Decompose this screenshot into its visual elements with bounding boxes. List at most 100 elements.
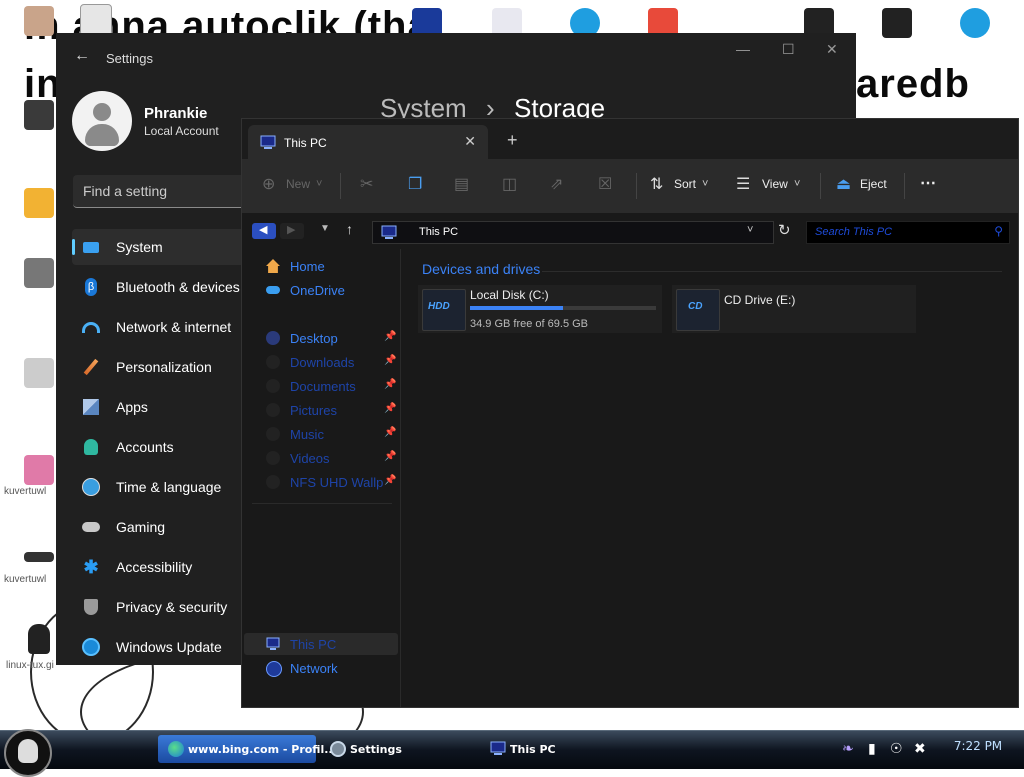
chevron-down-icon: ˅ bbox=[702, 178, 709, 190]
settings-window-title: Settings bbox=[106, 51, 153, 66]
brush-icon bbox=[82, 358, 100, 376]
content-pane: Devices and drives HDD Local Disk (C:) 3… bbox=[402, 249, 1018, 707]
sidebar-item-label: Network & internet bbox=[116, 319, 232, 335]
minimize-icon[interactable]: — bbox=[736, 41, 750, 57]
nav-item-videos[interactable]: Videos 📌 bbox=[244, 447, 398, 469]
group-header[interactable]: Devices and drives bbox=[422, 261, 540, 277]
taskbar-item-settings[interactable]: Settings bbox=[320, 735, 476, 763]
new-tab-icon[interactable]: + bbox=[507, 130, 518, 151]
nav-item-nfs-wallpapers[interactable]: NFS UHD Wallp 📌 bbox=[244, 471, 398, 493]
up-arrow-icon[interactable]: ↑ bbox=[346, 221, 353, 237]
start-button[interactable] bbox=[4, 729, 52, 777]
desktop-icon-10[interactable] bbox=[24, 258, 54, 288]
desktop-icon-2[interactable] bbox=[80, 4, 112, 36]
pin-icon[interactable]: 📌 bbox=[384, 355, 396, 366]
sidebar-item-label: System bbox=[116, 239, 163, 255]
nav-item-desktop[interactable]: Desktop 📌 bbox=[244, 327, 398, 349]
address-bar[interactable]: This PC ˅ bbox=[372, 221, 774, 244]
nav-item-network[interactable]: Network bbox=[244, 657, 398, 679]
taskbar-item-this-pc[interactable]: This PC bbox=[480, 735, 636, 763]
command-separator bbox=[636, 173, 637, 199]
nav-item-this-pc[interactable]: This PC bbox=[244, 633, 398, 655]
search-placeholder: Find a setting bbox=[83, 183, 168, 199]
pin-icon[interactable]: 📌 bbox=[384, 379, 396, 390]
recent-locations-icon[interactable]: ▼ bbox=[320, 223, 330, 234]
cloud-icon bbox=[266, 286, 280, 294]
desktop-icon-7[interactable] bbox=[882, 8, 912, 38]
nav-item-onedrive[interactable]: OneDrive bbox=[244, 279, 398, 301]
gear-icon bbox=[330, 741, 346, 757]
clock[interactable]: 7:22 PM bbox=[940, 739, 1016, 753]
nav-item-pictures[interactable]: Pictures 📌 bbox=[244, 399, 398, 421]
computer-icon bbox=[490, 741, 506, 755]
address-text: This PC bbox=[419, 226, 459, 238]
drive-tile-c[interactable]: HDD Local Disk (C:) 34.9 GB free of 69.5… bbox=[418, 285, 662, 333]
sort-button[interactable]: Sort bbox=[674, 177, 696, 191]
close-icon[interactable]: ✕ bbox=[826, 41, 838, 58]
taskbar-item-edge[interactable]: www.bing.com - Profil... bbox=[158, 735, 337, 763]
view-button[interactable]: View bbox=[762, 177, 788, 191]
taskbar-item-label: This PC bbox=[510, 743, 556, 756]
paste-icon[interactable]: ▤ bbox=[454, 174, 469, 194]
copy-icon[interactable]: ❐ bbox=[408, 174, 422, 194]
desktop-icon-12[interactable] bbox=[24, 455, 54, 485]
tab-this-pc[interactable]: This PC ✕ bbox=[248, 125, 488, 159]
user-name: Phrankie bbox=[144, 105, 208, 122]
tab-strip: This PC ✕ + bbox=[242, 119, 1018, 159]
back-button[interactable]: ◀ bbox=[252, 223, 276, 239]
delete-icon[interactable]: ☒ bbox=[598, 174, 612, 194]
network-globe-icon[interactable]: ☉ bbox=[890, 741, 903, 757]
drive-tile-e[interactable]: CD CD Drive (E:) bbox=[672, 285, 916, 333]
sidebar-item-label: Personalization bbox=[116, 359, 212, 375]
taskbar: www.bing.com - Profil... Settings This P… bbox=[0, 729, 1024, 777]
command-separator bbox=[340, 173, 341, 199]
command-separator bbox=[820, 173, 821, 199]
share-icon[interactable]: ⇗ bbox=[550, 174, 563, 194]
close-tab-icon[interactable]: ✕ bbox=[464, 133, 476, 150]
gamepad-icon bbox=[82, 518, 100, 536]
settings-titlebar[interactable]: ← Settings — ☐ ✕ bbox=[56, 33, 856, 81]
computer-icon bbox=[260, 135, 276, 149]
maximize-icon[interactable]: ☐ bbox=[782, 41, 795, 58]
command-bar: ⊕ New ˅ ✂ ❐ ▤ ◫ ⇗ ☒ ⇅ Sort ˅ ☰ View ˅ ⏏ … bbox=[242, 159, 1018, 213]
nav-item-home[interactable]: Home bbox=[244, 255, 398, 277]
nav-item-label: This PC bbox=[290, 637, 337, 652]
more-options-icon[interactable]: ⋯ bbox=[920, 173, 936, 193]
sync-icon bbox=[82, 638, 100, 656]
search-input[interactable]: Search This PC ⚲ bbox=[806, 221, 1010, 244]
active-indicator bbox=[72, 239, 75, 255]
new-button[interactable]: New bbox=[286, 177, 310, 191]
drive-name: Local Disk (C:) bbox=[470, 288, 549, 302]
cut-icon[interactable]: ✂ bbox=[360, 174, 373, 194]
pin-icon[interactable]: 📌 bbox=[384, 427, 396, 438]
forward-button[interactable]: ▶ bbox=[280, 223, 304, 239]
file-explorer-window: This PC ✕ + ⊕ New ˅ ✂ ❐ ▤ ◫ ⇗ ☒ ⇅ Sort ˅… bbox=[241, 118, 1019, 708]
desktop-icon-1[interactable] bbox=[24, 6, 54, 36]
pin-icon[interactable]: 📌 bbox=[384, 331, 396, 342]
nav-item-music[interactable]: Music 📌 bbox=[244, 423, 398, 445]
battery-icon[interactable]: ▮ bbox=[868, 741, 876, 757]
rename-icon[interactable]: ◫ bbox=[502, 174, 517, 194]
volume-muted-icon[interactable]: ✖ bbox=[914, 741, 926, 757]
desktop-icon-11[interactable] bbox=[24, 358, 54, 388]
eject-button[interactable]: Eject bbox=[860, 177, 887, 191]
pin-icon[interactable]: 📌 bbox=[384, 403, 396, 414]
refresh-icon[interactable]: ↻ bbox=[778, 221, 791, 239]
desktop-icon-8[interactable] bbox=[24, 100, 54, 130]
computer-icon bbox=[381, 225, 397, 239]
pin-icon[interactable]: 📌 bbox=[384, 451, 396, 462]
avatar[interactable] bbox=[72, 91, 132, 151]
drive-usage-bar bbox=[470, 306, 656, 310]
desktop-folder-icon bbox=[266, 331, 280, 345]
feather-icon[interactable]: ❧ bbox=[842, 741, 854, 757]
desktop-icon-13[interactable] bbox=[24, 552, 54, 562]
chevron-down-icon[interactable]: ˅ bbox=[747, 224, 753, 236]
music-folder-icon bbox=[266, 427, 280, 441]
nav-item-downloads[interactable]: Downloads 📌 bbox=[244, 351, 398, 373]
desktop-icon-9[interactable] bbox=[24, 188, 54, 218]
edge-desktop-icon-2[interactable] bbox=[960, 8, 990, 38]
linux-tux-icon[interactable] bbox=[28, 624, 50, 654]
pin-icon[interactable]: 📌 bbox=[384, 475, 396, 486]
back-arrow-icon[interactable]: ← bbox=[74, 47, 90, 65]
nav-item-documents[interactable]: Documents 📌 bbox=[244, 375, 398, 397]
